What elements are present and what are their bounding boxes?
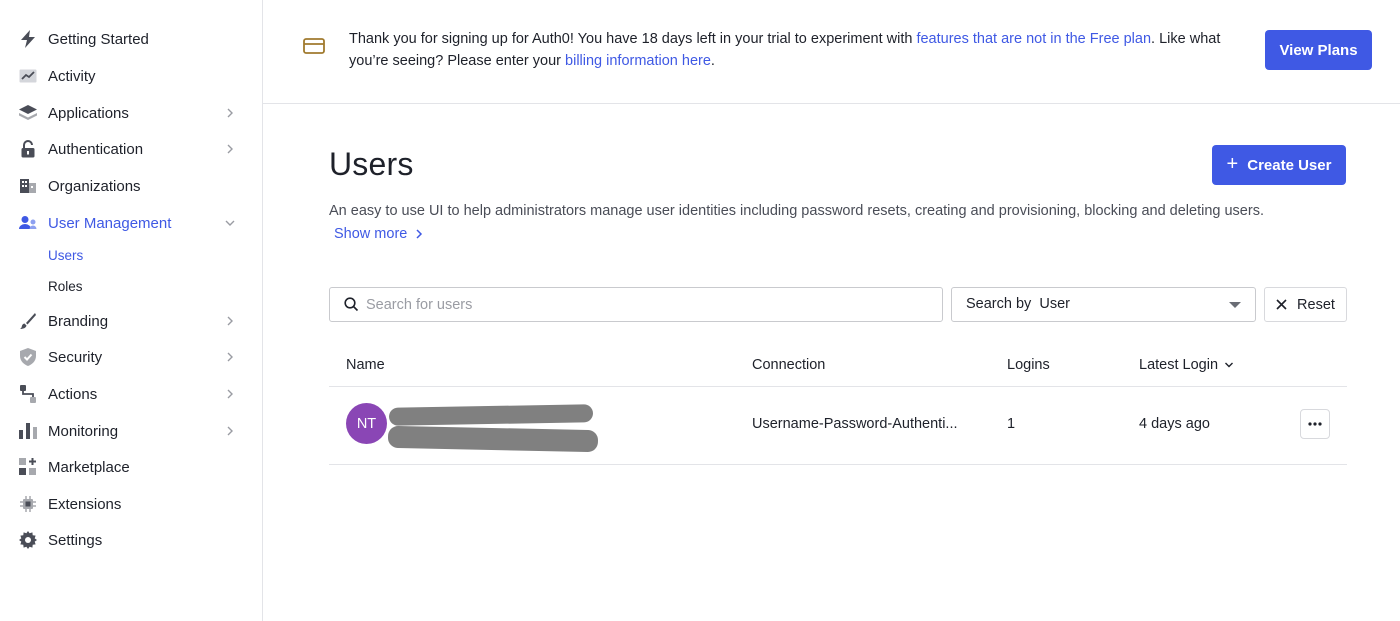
banner-text: . [710, 53, 715, 69]
sidebar-item-label: Security [48, 348, 103, 366]
search-input[interactable] [366, 288, 936, 321]
sidebar-item-label: Organizations [48, 177, 141, 195]
sidebar-item-label: Activity [48, 67, 96, 85]
users-icon [19, 214, 37, 232]
ellipsis-icon [1308, 422, 1322, 426]
activity-chart-icon [19, 67, 37, 85]
column-header-connection: Connection [752, 357, 826, 373]
column-header-name: Name [346, 357, 385, 373]
sidebar-item-monitoring[interactable]: Monitoring [0, 414, 262, 448]
sidebar-item-security[interactable]: Security [0, 340, 262, 374]
user-search-box [329, 287, 943, 322]
search-by-select[interactable]: Search by User [951, 287, 1256, 322]
search-by-text: Search by User [966, 296, 1070, 312]
sidebar-item-label: Actions [48, 385, 98, 403]
redacted-user-email [387, 425, 599, 453]
sidebar-item-authentication[interactable]: Authentication [0, 132, 262, 166]
user-latest-login: 4 days ago [1139, 416, 1210, 432]
chevron-down-icon [1225, 362, 1234, 368]
sidebar-item-activity[interactable]: Activity [0, 59, 262, 93]
chevron-right-icon [227, 426, 233, 436]
chevron-right-icon [227, 108, 233, 118]
chevron-right-icon [227, 352, 233, 362]
billing-link[interactable]: billing information here [565, 53, 711, 69]
sidebar-item-actions[interactable]: Actions [0, 377, 262, 411]
table-divider [329, 386, 1347, 387]
search-by-label: Search by [966, 296, 1032, 312]
trial-banner: Thank you for signing up for Auth0! You … [263, 0, 1400, 104]
redacted-user-name [388, 404, 594, 426]
chip-icon [19, 495, 37, 513]
sidebar-subitem-users[interactable]: Users [48, 248, 83, 263]
view-plans-button[interactable]: View Plans [1265, 30, 1372, 70]
avatar: NT [346, 403, 387, 444]
search-icon [344, 297, 359, 312]
flow-icon [19, 385, 37, 403]
page-description: An easy to use UI to help administrators… [329, 203, 1264, 219]
sidebar-item-branding[interactable]: Branding [0, 304, 262, 338]
reset-label: Reset [1297, 296, 1335, 313]
features-link[interactable]: features that are not in the Free plan [916, 31, 1151, 47]
banner-text: Thank you for signing up for Auth0! You … [349, 31, 917, 47]
chevron-right-icon [416, 229, 423, 239]
credit-card-icon [303, 38, 325, 54]
sidebar-item-label: Applications [48, 104, 129, 122]
column-header-logins: Logins [1007, 357, 1050, 373]
create-user-button[interactable]: + Create User [1212, 145, 1346, 185]
sidebar: Getting Started Activity Applications Au… [0, 0, 263, 621]
brush-icon [19, 312, 37, 330]
sidebar-item-label: Monitoring [48, 422, 119, 440]
sidebar-item-user-management[interactable]: User Management [0, 206, 262, 240]
table-divider [329, 464, 1347, 465]
chevron-right-icon [227, 316, 233, 326]
layers-icon [19, 104, 37, 122]
user-connection: Username-Password-Authenti... [752, 416, 958, 432]
user-logins: 1 [1007, 416, 1016, 432]
plus-icon: + [1226, 152, 1239, 175]
sidebar-item-extensions[interactable]: Extensions [0, 487, 262, 521]
reset-button[interactable]: Reset [1264, 287, 1347, 322]
gear-icon [19, 531, 37, 549]
sidebar-item-label: Authentication [48, 140, 144, 158]
shield-check-icon [19, 348, 37, 366]
dropdown-caret-icon [1229, 302, 1241, 308]
building-icon [19, 177, 37, 195]
sidebar-item-label: Settings [48, 531, 103, 549]
sidebar-item-getting-started[interactable]: Getting Started [0, 22, 262, 56]
sidebar-item-organizations[interactable]: Organizations [0, 169, 262, 203]
grid-plus-icon [19, 458, 37, 476]
sidebar-item-label: User Management [48, 214, 172, 232]
sidebar-item-label: Marketplace [48, 458, 130, 476]
sidebar-item-applications[interactable]: Applications [0, 96, 262, 130]
close-icon [1276, 299, 1287, 310]
sidebar-subitem-roles[interactable]: Roles [48, 279, 83, 294]
search-by-value: User [1039, 296, 1070, 312]
sidebar-item-label: Getting Started [48, 30, 149, 48]
sidebar-item-label: Branding [48, 312, 109, 330]
bar-chart-icon [19, 422, 37, 440]
show-more-link[interactable]: Show more [334, 226, 423, 242]
row-more-actions-button[interactable] [1300, 409, 1330, 439]
trial-banner-message: Thank you for signing up for Auth0! You … [349, 28, 1239, 72]
chevron-right-icon [227, 389, 233, 399]
column-header-latest-login[interactable]: Latest Login [1139, 357, 1234, 373]
page-title: Users [329, 146, 414, 182]
create-user-label: Create User [1247, 156, 1332, 174]
show-more-label: Show more [334, 226, 408, 242]
sidebar-item-label: Extensions [48, 495, 122, 513]
lightning-icon [19, 30, 37, 48]
latest-login-label: Latest Login [1139, 357, 1219, 373]
sidebar-item-settings[interactable]: Settings [0, 523, 262, 557]
lock-icon [19, 140, 37, 158]
chevron-down-icon [225, 220, 235, 226]
sidebar-item-marketplace[interactable]: Marketplace [0, 450, 262, 484]
chevron-right-icon [227, 144, 233, 154]
